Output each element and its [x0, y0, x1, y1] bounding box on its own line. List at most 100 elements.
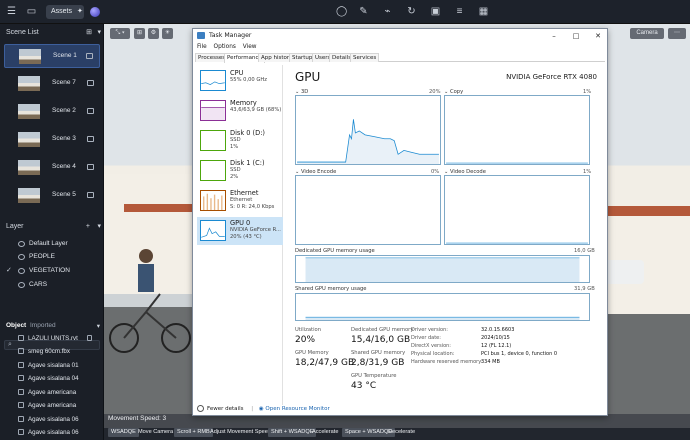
graph-video-decode[interactable] [444, 175, 590, 245]
scene-list-title: Scene List [6, 29, 39, 36]
brush-icon[interactable]: ✎ [358, 6, 369, 17]
parked-car [604, 260, 644, 284]
scene-item[interactable]: Scene 2 [4, 100, 100, 124]
info-value: 12 (FL 12.1) [481, 343, 512, 349]
layer-item[interactable]: PEOPLE [6, 251, 98, 263]
object-item[interactable]: Agave sisalana 01 [6, 359, 100, 372]
collapse-icon[interactable]: ▾ [97, 26, 101, 40]
sun-icon[interactable]: ☀ [162, 28, 173, 39]
layer-item[interactable]: ✓ VEGETATION [6, 265, 98, 277]
graph-3d[interactable] [295, 95, 441, 165]
perf-item-disk0[interactable]: Disk 0 (D:) SSD 1% [197, 127, 283, 155]
plant-icon [18, 362, 24, 368]
tab-services[interactable]: Services [350, 53, 380, 62]
perf-sub: 20% (43 °C) [230, 234, 262, 240]
perf-item-cpu[interactable]: CPU 55% 0,00 GHz [197, 67, 283, 95]
file-icon[interactable]: ▭ [26, 6, 37, 17]
cpu-mini-graph [200, 70, 226, 91]
perf-item-ethernet[interactable]: Ethernet Ethernet S: 0 R: 24,0 Kbps [197, 187, 283, 215]
scene-item[interactable]: Scene 4 [4, 156, 100, 180]
menu-view[interactable]: View [243, 44, 257, 50]
eye-icon[interactable] [18, 268, 25, 274]
disk-mini-graph [200, 160, 226, 181]
add-layer-icon[interactable]: + [86, 220, 90, 234]
performance-sidebar: CPU 55% 0,00 GHz Memory 43,6/63,9 GB (68… [197, 65, 283, 405]
menu-icon[interactable]: ☰ [6, 6, 17, 17]
menu-file[interactable]: File [197, 44, 207, 50]
layer-label: Default Layer [29, 240, 68, 247]
object-item[interactable]: smeg 60cm.fbx [6, 345, 100, 358]
perf-sub: S: 0 R: 24,0 Kbps [230, 204, 275, 210]
eye-icon[interactable] [18, 254, 25, 260]
perf-item-gpu[interactable]: GPU 0 NVIDIA GeForce R... 20% (43 °C) [197, 217, 283, 245]
layer-item[interactable]: Default Layer [6, 238, 98, 250]
scene-item[interactable]: Scene 1 [4, 44, 100, 68]
object-item[interactable]: Agave sisalana 04 [6, 372, 100, 385]
tab-object[interactable]: Object [6, 322, 26, 329]
object-item[interactable]: LAZULI UNITS.rvt [6, 332, 100, 345]
info-key: Driver date: [411, 335, 441, 341]
camera-icon[interactable] [87, 164, 94, 170]
scene-item[interactable]: Scene 5 [4, 184, 100, 208]
tab-imported[interactable]: Imported [30, 322, 56, 329]
camera-icon[interactable] [87, 80, 94, 86]
camera-icon[interactable] [87, 108, 94, 114]
perf-sub: 55% 0,00 GHz [230, 77, 268, 83]
more-icon[interactable]: ⋯ [668, 28, 686, 39]
perf-item-disk1[interactable]: Disk 1 (C:) SSD 2% [197, 157, 283, 185]
camera-button[interactable]: Camera [630, 28, 664, 39]
lightbulb-icon[interactable]: ◯ [336, 6, 347, 17]
list-icon[interactable]: ≡ [454, 6, 465, 17]
resource-monitor-link[interactable]: ◉ Open Resource Monitor [259, 406, 330, 412]
layers-icon[interactable]: ▦ [478, 6, 489, 17]
hint-label: Adjust Movement Speed [210, 429, 271, 435]
graph-dedicated-memory[interactable] [295, 255, 590, 283]
roof-left [124, 204, 194, 212]
grid-icon[interactable]: ⊞ [134, 28, 145, 39]
eye-icon[interactable] [18, 241, 25, 247]
object-item[interactable]: Agave americana [6, 386, 100, 399]
object-item[interactable]: Agave sisalana 06 [6, 413, 100, 426]
graph-copy[interactable] [444, 95, 590, 165]
minimize-button[interactable]: – [545, 31, 563, 41]
close-button[interactable]: ✕ [589, 31, 607, 41]
info-value: 334 MB [481, 359, 500, 365]
perf-name: Ethernet [230, 189, 259, 197]
memory-mini-graph [200, 100, 226, 121]
orb-icon[interactable] [90, 7, 100, 17]
chevron-up-icon [197, 405, 204, 412]
object-item[interactable]: Agave americana [6, 399, 100, 412]
collapse-icon[interactable]: ▾ [97, 220, 101, 234]
eye-icon[interactable] [18, 282, 25, 288]
title-bar[interactable]: Task Manager – □ ✕ [193, 29, 607, 43]
graph-video-encode[interactable] [295, 175, 441, 245]
camera-icon[interactable] [87, 136, 94, 142]
fewer-details-button[interactable]: Fewer details [197, 405, 243, 412]
gpu-memory-value: 18,2/47,9 GB [295, 358, 355, 368]
image-icon[interactable]: ▣ [430, 6, 441, 17]
perf-item-memory[interactable]: Memory 43,6/63,9 GB (68%) [197, 97, 283, 125]
layer-item[interactable]: CARS [6, 279, 98, 291]
perf-sub: Ethernet [230, 197, 253, 203]
maximize-button[interactable]: □ [567, 31, 585, 41]
menu-options[interactable]: Options [214, 44, 236, 50]
perf-name: Disk 1 (C:) [230, 159, 265, 167]
graph-shared-memory[interactable] [295, 293, 590, 321]
layer-label: VEGETATION [29, 267, 70, 274]
lock-icon[interactable] [87, 335, 92, 341]
settings-icon[interactable]: ⚙ [148, 28, 159, 39]
scene-item[interactable]: Scene 3 [4, 128, 100, 152]
scene-item[interactable]: Scene 7 [4, 72, 100, 96]
object-item[interactable]: Agave sisalana 06 [6, 426, 100, 439]
plant-icon [18, 375, 24, 381]
view-mode-button[interactable]: ⤡ ▾ [110, 28, 130, 39]
assets-button[interactable]: Assets ✦ [46, 5, 84, 19]
perf-sub: 2% [230, 174, 239, 180]
camera-icon[interactable] [87, 192, 94, 198]
add-scene-icon[interactable]: ⊞ [86, 26, 92, 40]
gpu-heading: GPU [295, 70, 321, 84]
camera-icon[interactable] [86, 53, 93, 59]
collapse-icon[interactable]: ▾ [97, 322, 100, 330]
rotate-icon[interactable]: ↻ [406, 6, 417, 17]
path-icon[interactable]: ⌁ [382, 6, 393, 17]
